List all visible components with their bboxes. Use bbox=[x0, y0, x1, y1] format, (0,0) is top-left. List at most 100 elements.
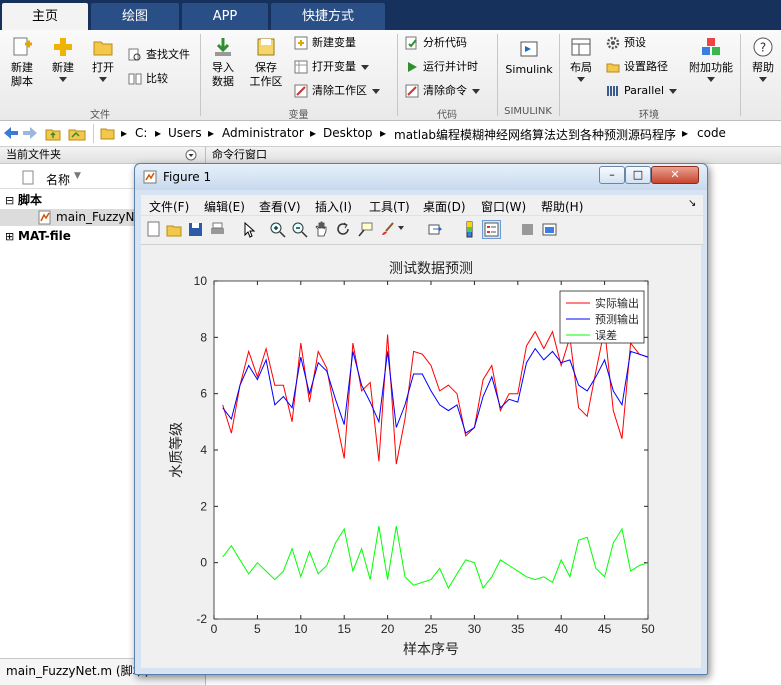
data-cursor-icon[interactable] bbox=[357, 221, 374, 238]
tree-group-label: 脚本 bbox=[18, 193, 43, 207]
breadcrumb-item[interactable]: Users bbox=[168, 126, 202, 140]
chevron-down-icon bbox=[759, 77, 767, 82]
menu-file[interactable]: 文件(F) bbox=[149, 198, 189, 215]
zoom-out-icon[interactable] bbox=[291, 221, 308, 238]
dock-icon[interactable] bbox=[541, 221, 558, 238]
folder-icon bbox=[93, 41, 113, 56]
chevron-down-icon bbox=[669, 88, 678, 94]
analyze-code-icon bbox=[405, 36, 417, 50]
pan-icon[interactable] bbox=[313, 221, 330, 238]
hide-tools-icon[interactable] bbox=[519, 221, 536, 238]
folder-icon bbox=[100, 128, 115, 140]
matlab-figure-icon bbox=[143, 170, 157, 184]
breadcrumb-item[interactable]: matlab编程模糊神经网络算法达到各种预测源码程序 bbox=[394, 126, 676, 143]
figure-title-bar[interactable]: Figure 1 – □ ✕ bbox=[135, 164, 707, 190]
legend-label: 误差 bbox=[595, 328, 617, 342]
menu-tools[interactable]: 工具(T) bbox=[369, 198, 410, 215]
chevron-down-icon bbox=[59, 77, 67, 82]
clear-workspace-label: 清除工作区 bbox=[312, 84, 367, 97]
panel-menu-icon[interactable] bbox=[185, 149, 197, 161]
menu-insert[interactable]: 插入(I) bbox=[315, 198, 352, 215]
simulink-icon bbox=[520, 41, 538, 57]
figure-window[interactable]: Figure 1 – □ ✕ 文件(F) 编辑(E) 查看(V) 插入(I) 工… bbox=[134, 163, 708, 675]
clear-workspace-button[interactable]: 清除工作区 bbox=[294, 82, 380, 100]
compare-button[interactable]: 比较 bbox=[128, 70, 168, 88]
new-button[interactable]: 新建 bbox=[46, 36, 80, 82]
column-name-label: 名称 bbox=[46, 173, 71, 187]
preferences-button[interactable]: 预设 bbox=[606, 34, 646, 52]
help-button[interactable]: ? 帮助 bbox=[746, 36, 780, 82]
open-variable-button[interactable]: 打开变量 bbox=[294, 58, 369, 76]
open-button[interactable]: 打开 bbox=[86, 36, 120, 82]
up-folder-icon[interactable] bbox=[45, 125, 61, 141]
x-axis-label: 样本序号 bbox=[403, 642, 459, 658]
new-script-button[interactable]: 新建 脚本 bbox=[4, 36, 40, 89]
file-group-label: 文件 bbox=[90, 110, 110, 121]
simulink-button[interactable]: Simulink bbox=[503, 38, 555, 77]
find-files-icon bbox=[128, 48, 141, 61]
zoom-in-icon[interactable] bbox=[269, 221, 286, 238]
tab-home[interactable]: 主页 bbox=[2, 3, 88, 30]
menu-edit[interactable]: 编辑(E) bbox=[204, 198, 245, 215]
breadcrumb-item[interactable]: Administrator bbox=[222, 126, 304, 140]
link-icon[interactable] bbox=[427, 221, 444, 238]
preferences-label: 预设 bbox=[624, 36, 646, 49]
x-tick-label: 0 bbox=[211, 622, 218, 636]
chevron-down-icon[interactable] bbox=[398, 226, 404, 230]
run-time-button[interactable]: 运行并计时 bbox=[405, 58, 478, 76]
save-workspace-icon bbox=[257, 38, 275, 56]
script-file-icon bbox=[38, 210, 51, 225]
compare-label: 比较 bbox=[146, 72, 168, 85]
save-icon[interactable] bbox=[187, 221, 204, 238]
expand-icon[interactable]: ⊞ bbox=[5, 228, 14, 245]
breadcrumb-item[interactable]: code bbox=[697, 126, 726, 140]
tab-shortcuts[interactable]: 快捷方式 bbox=[271, 3, 385, 30]
chevron-down-icon bbox=[707, 77, 715, 82]
dock-arrow-icon[interactable]: ↘ bbox=[688, 198, 696, 209]
sort-arrow-icon: ▼ bbox=[74, 171, 81, 181]
tab-apps[interactable]: APP bbox=[182, 3, 268, 30]
plot-area[interactable]: 0 5 10 15 20 25 30 35 40 45 50 -2 0 2 4 6 8 10 测试数据预测 样本序号 水… bbox=[141, 245, 701, 668]
clear-commands-button[interactable]: 清除命令 bbox=[405, 82, 480, 100]
brush-icon[interactable] bbox=[379, 221, 396, 238]
save-workspace-button[interactable]: 保存 工作区 bbox=[246, 36, 286, 89]
print-icon[interactable] bbox=[209, 221, 226, 238]
new-variable-button[interactable]: 新建变量 bbox=[294, 34, 356, 52]
legend-icon[interactable] bbox=[482, 220, 501, 239]
layout-button[interactable]: 布局 bbox=[564, 36, 598, 82]
panel-header: 命令行窗口 bbox=[206, 147, 781, 164]
collapse-icon[interactable]: ⊟ bbox=[5, 192, 14, 209]
menu-window[interactable]: 窗口(W) bbox=[481, 198, 526, 215]
tab-plots[interactable]: 绘图 bbox=[91, 3, 179, 30]
new-figure-icon[interactable] bbox=[145, 221, 162, 238]
find-files-button[interactable]: 查找文件 bbox=[128, 46, 190, 64]
rotate-icon[interactable] bbox=[335, 221, 352, 238]
menu-desktop[interactable]: 桌面(D) bbox=[423, 198, 466, 215]
analyze-code-button[interactable]: 分析代码 bbox=[405, 34, 467, 52]
back-arrow-icon[interactable] bbox=[3, 126, 19, 140]
find-files-label: 查找文件 bbox=[146, 48, 190, 61]
x-tick-label: 35 bbox=[511, 622, 525, 636]
line-chart[interactable]: 0 5 10 15 20 25 30 35 40 45 50 -2 0 2 4 6 8 10 测试数据预测样本序号 水… bbox=[141, 245, 701, 668]
menu-help[interactable]: 帮助(H) bbox=[541, 198, 583, 215]
divider bbox=[740, 34, 741, 116]
breadcrumb-item[interactable]: Desktop bbox=[323, 126, 373, 140]
forward-arrow-icon[interactable] bbox=[22, 126, 38, 140]
open-file-icon[interactable] bbox=[166, 221, 183, 238]
divider bbox=[497, 34, 498, 116]
parallel-icon bbox=[607, 86, 618, 96]
run-time-label: 运行并计时 bbox=[423, 60, 478, 73]
menu-view[interactable]: 查看(V) bbox=[259, 198, 301, 215]
set-path-button[interactable]: 设置路径 bbox=[606, 58, 668, 76]
browse-folder-icon[interactable] bbox=[68, 125, 86, 141]
colorbar-icon[interactable] bbox=[461, 221, 478, 238]
import-data-button[interactable]: 导入 数据 bbox=[206, 36, 240, 89]
breadcrumb-separator: ▸ bbox=[208, 126, 215, 140]
minimize-button[interactable]: – bbox=[599, 166, 625, 184]
breadcrumb-item[interactable]: C: bbox=[135, 126, 147, 140]
close-button[interactable]: ✕ bbox=[651, 166, 699, 184]
addons-button[interactable]: 附加功能 bbox=[688, 36, 734, 82]
pointer-icon[interactable] bbox=[241, 221, 258, 238]
maximize-button[interactable]: □ bbox=[625, 166, 651, 184]
parallel-button[interactable]: Parallel bbox=[606, 82, 678, 100]
